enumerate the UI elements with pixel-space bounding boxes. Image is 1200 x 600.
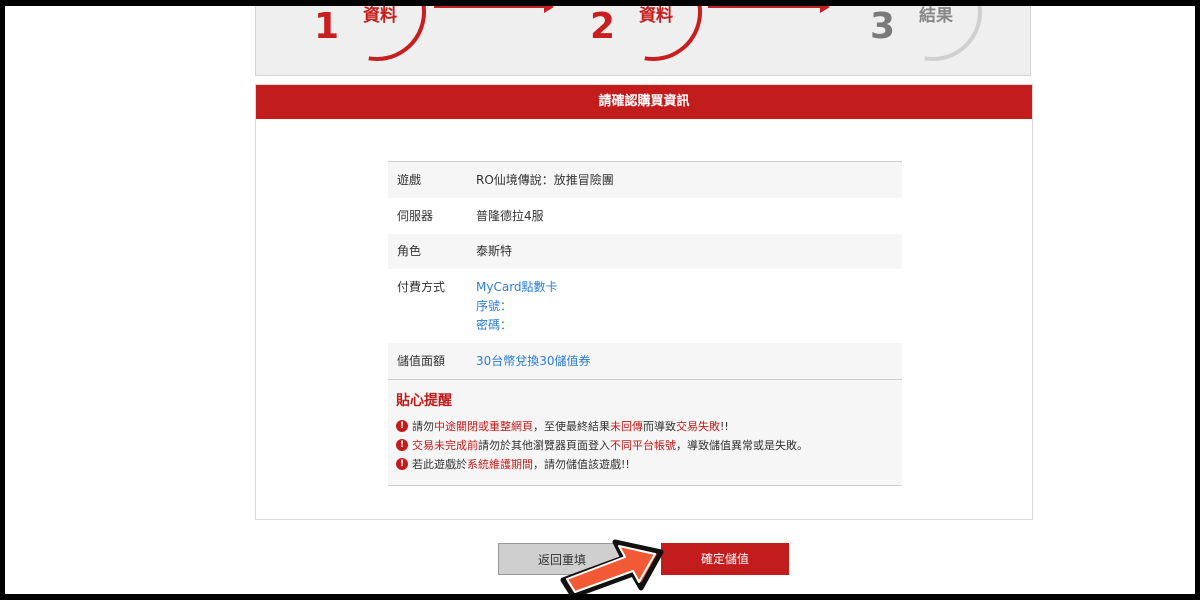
server-label: 伺服器 (397, 209, 434, 223)
row-server: 伺服器 普隆德拉4服 (388, 198, 902, 234)
confirm-button[interactable]: 確定儲值 (661, 543, 789, 575)
payment-method: MyCard點數卡 (476, 280, 558, 294)
tip2-part: ，導致儲值異常或是失敗。 (676, 438, 808, 452)
purchase-confirm-card: 請確認購買資訊 遊戲 RO仙境傳說：放推冒險團 伺服器 普隆德拉4服 角色 泰斯… (255, 84, 1033, 520)
row-amount: 儲值面額 30台幣兌換30儲值券 (388, 343, 902, 379)
reminder-item-3: ! 若此遊戲於系統維護期間，請勿儲值該遊戲!! (396, 454, 894, 473)
game-value: RO仙境傳說：放推冒險團 (476, 173, 614, 187)
tip1-part: 而導致 (643, 419, 676, 433)
tip1-highlight: 交易失敗 (676, 419, 720, 433)
reminder-item-1: ! 請勿中途關閉或重整網頁，至使最終結果未回傳而導致交易失敗!! (396, 416, 894, 435)
alert-icon: ! (396, 438, 408, 451)
tip2-highlight: 不同平台帳號 (610, 438, 676, 452)
payment-value: MyCard點數卡 序號： 密碼： (476, 278, 902, 343)
serial-label: 序號： (476, 299, 513, 313)
row-payment: 付費方式 MyCard點數卡 序號： 密碼： (388, 269, 902, 343)
step-arrow-1 (434, 6, 554, 13)
pointer-arrow-icon (560, 539, 664, 594)
payment-label: 付費方式 (397, 280, 446, 294)
tip1-part: 請勿 (412, 419, 434, 433)
amount-label: 儲值面額 (397, 354, 446, 368)
tip1-highlight: 中途關閉或重整網頁 (434, 419, 533, 433)
amount-value: 30台幣兌換30儲值券 (476, 354, 591, 368)
row-game: 遊戲 RO仙境傳說：放推冒險團 (388, 162, 902, 198)
server-value: 普隆德拉4服 (476, 209, 544, 223)
step-2-label: 確認 資料 (634, 6, 678, 27)
row-character: 角色 泰斯特 (388, 234, 902, 269)
reminder-box: 貼心提醒 ! 請勿中途關閉或重整網頁，至使最終結果未回傳而導致交易失敗!! ! … (388, 379, 902, 486)
step-3-label-line2: 結果 (919, 6, 953, 26)
tip2-text: 交易未完成前請勿於其他瀏覽器頁面登入不同平台帳號，導致儲值異常或是失敗。 (412, 437, 808, 453)
tip1-highlight: 未回傳 (610, 419, 643, 433)
tip1-part: !! (720, 419, 729, 433)
step-arrow-2 (708, 6, 830, 13)
tip3-text: 若此遊戲於系統維護期間，請勿儲值該遊戲!! (412, 456, 630, 472)
step-1-number: 1 (314, 6, 340, 47)
step-3-label: 交易 結果 (914, 6, 958, 27)
step-1-label-line2: 資料 (363, 6, 397, 26)
tip3-part: 若此遊戲於 (412, 457, 467, 471)
tip2-part: 請勿於其他瀏覽器頁面登入 (478, 438, 610, 452)
game-label: 遊戲 (397, 173, 422, 187)
character-label: 角色 (397, 244, 422, 258)
character-value: 泰斯特 (476, 244, 513, 258)
step-3-number: 3 (870, 6, 896, 47)
reminder-title: 貼心提醒 (396, 393, 452, 409)
page: 1 填寫 資料 2 確認 資料 3 交易 結果 請確認購買資訊 (5, 6, 1195, 594)
tip1-part: ，至使最終結果 (533, 419, 610, 433)
tip2-highlight: 交易未完成前 (412, 438, 478, 452)
tip3-highlight: 系統維護期間 (467, 457, 533, 471)
alert-icon: ! (396, 419, 408, 432)
card-title: 請確認購買資訊 (256, 85, 1032, 119)
tip3-part: ，請勿儲值該遊戲!! (533, 457, 630, 471)
purchase-info-table: 遊戲 RO仙境傳說：放推冒險團 伺服器 普隆德拉4服 角色 泰斯特 付費方式 M… (388, 161, 902, 486)
tip1-text: 請勿中途關閉或重整網頁，至使最終結果未回傳而導致交易失敗!! (412, 418, 729, 434)
password-label: 密碼： (476, 318, 513, 332)
step-2: 2 確認 資料 (584, 6, 722, 75)
reminder-item-2: ! 交易未完成前請勿於其他瀏覽器頁面登入不同平台帳號，導致儲值異常或是失敗。 (396, 435, 894, 454)
step-1-label: 填寫 資料 (358, 6, 402, 27)
step-2-label-line2: 資料 (639, 6, 673, 26)
step-2-number: 2 (590, 6, 616, 47)
step-3: 3 交易 結果 (864, 6, 1002, 75)
alert-icon: ! (396, 457, 408, 470)
step-1: 1 填寫 資料 (308, 6, 446, 75)
step-indicator: 1 填寫 資料 2 確認 資料 3 交易 結果 (255, 6, 1031, 76)
